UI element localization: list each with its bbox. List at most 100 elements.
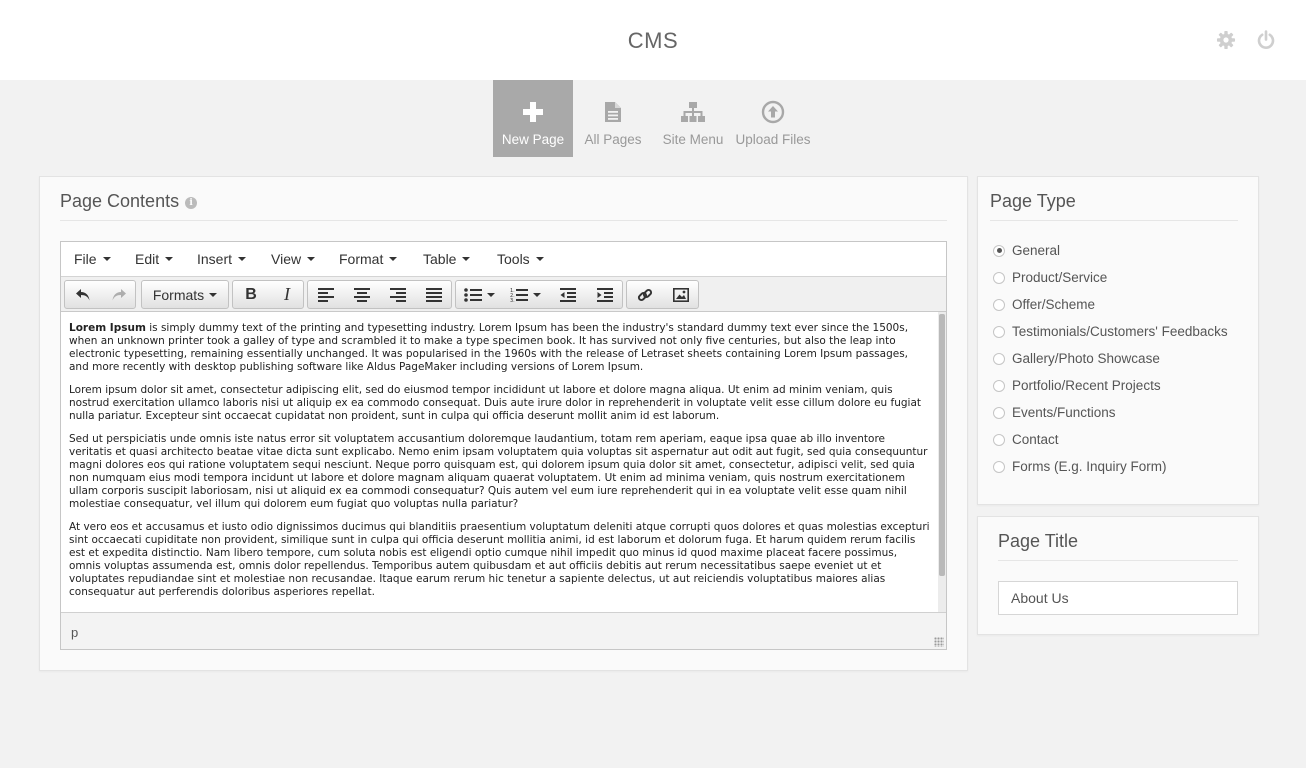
editor-toolbar: Formats B I 1. 2. 3. [61, 277, 946, 312]
menu-edit[interactable]: Edit [135, 251, 174, 267]
numbered-list-button[interactable]: 1. 2. 3. [502, 281, 548, 308]
page-type-option-contact[interactable]: Contact [993, 432, 1059, 447]
redo-button[interactable] [101, 281, 137, 308]
tab-all-pages[interactable]: All Pages [573, 80, 653, 157]
radio-button[interactable] [993, 244, 1005, 257]
menu-insert[interactable]: Insert [197, 251, 247, 267]
page-type-panel [977, 176, 1259, 505]
link-icon [637, 288, 653, 301]
top-bar: CMS [0, 0, 1306, 80]
outdent-button[interactable] [549, 281, 586, 308]
tab-label: Site Menu [662, 132, 724, 147]
plus-icon [522, 98, 544, 126]
tab-label: New Page [501, 132, 565, 147]
align-right-icon [390, 287, 406, 302]
editor-menubar: File Edit Insert View Format Table Tools [61, 242, 946, 277]
align-right-button[interactable] [380, 281, 416, 308]
option-label: Testimonials/Customers' Feedbacks [1012, 324, 1228, 339]
tab-new-page[interactable]: New Page [493, 80, 573, 157]
editor-content[interactable]: Lorem Ipsum is simply dummy text of the … [61, 312, 939, 612]
divider [998, 560, 1238, 561]
option-label: Gallery/Photo Showcase [1012, 351, 1160, 366]
bold-button[interactable]: B [233, 281, 269, 308]
undo-button[interactable] [65, 281, 101, 308]
image-button[interactable] [663, 281, 699, 308]
menu-label: Insert [197, 251, 233, 267]
paragraph-text: Lorem ipsum dolor sit amet, consectetur … [69, 384, 922, 422]
page-type-option-forms[interactable]: Forms (E.g. Inquiry Form) [993, 459, 1167, 474]
page-type-option-general[interactable]: General [993, 243, 1060, 258]
option-label: Contact [1012, 432, 1059, 447]
align-left-button[interactable] [308, 281, 344, 308]
option-label: General [1012, 243, 1061, 258]
rich-text-editor: File Edit Insert View Format Table Tools… [60, 241, 947, 650]
align-justify-button[interactable] [416, 281, 452, 308]
power-icon[interactable] [1256, 30, 1276, 50]
document-icon [604, 98, 622, 126]
page-contents-heading: Page Contents i [60, 191, 198, 212]
page-type-option-gallery[interactable]: Gallery/Photo Showcase [993, 351, 1160, 366]
radio-button[interactable] [993, 460, 1005, 473]
content-paragraph: At vero eos et accusamus et iusto odio d… [69, 521, 931, 599]
page-type-option-portfolio[interactable]: Portfolio/Recent Projects [993, 378, 1161, 393]
italic-button[interactable]: I [269, 281, 305, 308]
menu-tools[interactable]: Tools [497, 251, 544, 267]
radio-button[interactable] [993, 271, 1005, 284]
content-paragraph: Lorem ipsum dolor sit amet, consectetur … [69, 384, 931, 423]
paragraph-text: is simply dummy text of the printing and… [69, 322, 909, 373]
radio-button[interactable] [993, 379, 1005, 392]
tab-upload-files[interactable]: Upload Files [733, 80, 813, 157]
editor-scrollbar-thumb[interactable] [939, 314, 945, 576]
radio-button[interactable] [993, 406, 1005, 419]
page-type-title: Page Type [990, 191, 1076, 211]
resize-handle[interactable] [934, 637, 944, 647]
option-label: Forms (E.g. Inquiry Form) [1012, 459, 1167, 474]
list-group: 1. 2. 3. [455, 280, 623, 309]
element-path[interactable]: p [71, 625, 78, 640]
align-left-icon [318, 287, 334, 302]
menu-label: View [271, 251, 302, 267]
insert-group [626, 280, 699, 309]
link-button[interactable] [627, 281, 663, 308]
formats-dropdown[interactable]: Formats [141, 280, 229, 309]
text-style-group: B I [232, 280, 304, 309]
menu-view[interactable]: View [271, 251, 316, 267]
menu-label: File [74, 251, 97, 267]
radio-button[interactable] [993, 325, 1005, 338]
menu-table[interactable]: Table [423, 251, 471, 267]
page-contents-title: Page Contents [60, 191, 180, 211]
menu-label: Table [423, 251, 457, 267]
bullet-list-button[interactable] [456, 281, 502, 308]
page-title-input[interactable] [998, 581, 1238, 615]
page-title-heading: Page Title [998, 531, 1079, 551]
svg-text:3.: 3. [510, 298, 515, 302]
upload-icon [761, 98, 785, 126]
option-label: Product/Service [1012, 270, 1108, 285]
page-type-option-offer-scheme[interactable]: Offer/Scheme [993, 297, 1095, 312]
divider [60, 220, 947, 221]
app-title: CMS [627, 28, 679, 53]
menu-file[interactable]: File [74, 251, 111, 267]
outdent-icon [559, 287, 576, 302]
indent-button[interactable] [586, 281, 623, 308]
sitemap-icon [680, 98, 706, 126]
page-type-option-product-service[interactable]: Product/Service [993, 270, 1107, 285]
history-group [64, 280, 136, 309]
paragraph-text: At vero eos et accusamus et iusto odio d… [69, 521, 930, 598]
image-icon [673, 287, 689, 302]
radio-button[interactable] [993, 298, 1005, 311]
tab-site-menu[interactable]: Site Menu [653, 80, 733, 157]
content-paragraph: Sed ut perspiciatis unde omnis iste natu… [69, 433, 931, 511]
formats-button[interactable]: Formats [142, 281, 228, 308]
page-type-option-testimonials[interactable]: Testimonials/Customers' Feedbacks [993, 324, 1228, 339]
menu-format[interactable]: Format [339, 251, 398, 267]
radio-button[interactable] [993, 433, 1005, 446]
radio-button[interactable] [993, 352, 1005, 365]
align-justify-icon [426, 287, 442, 302]
page-type-option-events[interactable]: Events/Functions [993, 405, 1116, 420]
option-label: Portfolio/Recent Projects [1012, 378, 1161, 393]
menu-label: Edit [135, 251, 160, 267]
gear-icon[interactable] [1216, 30, 1236, 50]
align-center-button[interactable] [344, 281, 380, 308]
info-icon[interactable]: i [185, 197, 198, 209]
